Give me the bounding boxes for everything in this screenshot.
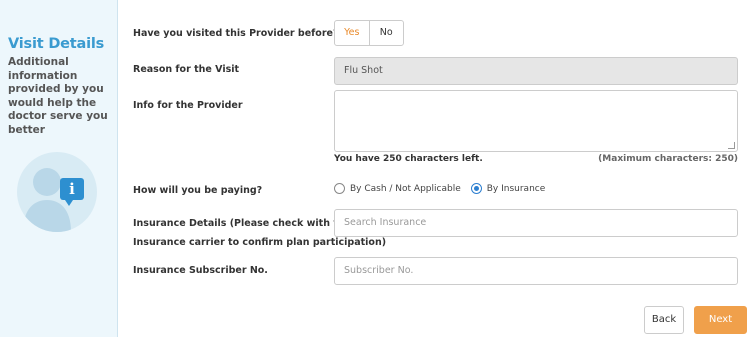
subscriber-placeholder: Subscriber No. bbox=[344, 265, 414, 276]
info-icon: i bbox=[60, 178, 84, 206]
visited-before-toggle[interactable]: Yes No bbox=[334, 20, 404, 46]
insurance-placeholder: Search Insurance bbox=[344, 217, 427, 228]
reason-value: Flu Shot bbox=[344, 65, 383, 76]
radio-cash-label: By Cash / Not Applicable bbox=[350, 183, 461, 194]
user-info-icon bbox=[17, 152, 97, 232]
reason-field: Flu Shot bbox=[334, 57, 738, 85]
radio-insurance-label: By Insurance bbox=[486, 183, 546, 194]
radio-cash-button[interactable] bbox=[334, 183, 345, 194]
payment-label: How will you be paying? bbox=[133, 185, 263, 196]
back-button[interactable]: Back bbox=[644, 306, 684, 334]
insurance-search-input[interactable]: Search Insurance bbox=[334, 209, 738, 237]
yes-option[interactable]: Yes bbox=[335, 21, 370, 45]
next-button[interactable]: Next bbox=[694, 306, 747, 334]
insurance-label-line1: Insurance Details (Please check with you… bbox=[133, 218, 358, 229]
insurance-label-line2: Insurance carrier to confirm plan partic… bbox=[133, 237, 387, 248]
resize-handle[interactable] bbox=[728, 142, 735, 149]
no-option[interactable]: No bbox=[370, 21, 404, 45]
subscriber-label: Insurance Subscriber No. bbox=[133, 265, 268, 276]
section-title: Visit Details bbox=[8, 36, 105, 52]
radio-cash[interactable]: By Cash / Not Applicable bbox=[334, 183, 461, 194]
sidebar: Visit Details Additional information pro… bbox=[0, 0, 118, 337]
radio-insurance-button[interactable] bbox=[470, 183, 482, 194]
radio-insurance[interactable]: By Insurance bbox=[470, 183, 546, 194]
visited-before-label: Have you visited this Provider before? bbox=[133, 28, 339, 39]
reason-label: Reason for the Visit bbox=[133, 64, 240, 75]
max-chars-text: (Maximum characters: 250) bbox=[598, 154, 738, 164]
payment-radio-group: By Cash / Not Applicable By Insurance bbox=[334, 183, 555, 194]
section-description: Additional information provided by you w… bbox=[8, 56, 108, 136]
subscriber-input[interactable]: Subscriber No. bbox=[334, 257, 738, 285]
chars-left-text: You have 250 characters left. bbox=[334, 154, 483, 164]
info-textarea[interactable] bbox=[334, 90, 738, 152]
info-label: Info for the Provider bbox=[133, 100, 243, 111]
